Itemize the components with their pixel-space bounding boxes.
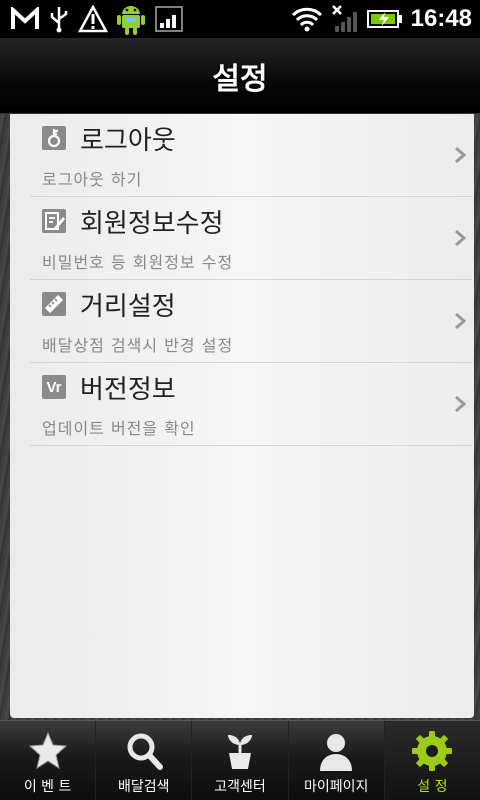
notification-icons — [10, 4, 184, 35]
settings-item-label: 로그아웃 — [80, 126, 176, 156]
system-icons: 16:48 — [291, 3, 472, 35]
wifi-icon — [291, 7, 322, 32]
clock: 16:48 — [410, 5, 472, 32]
tab-event[interactable]: 이 벤 트 — [0, 721, 97, 800]
tab-delivery-search[interactable]: 배달검색 — [96, 721, 193, 800]
settings-item-description: 업데이트 버전을 확인 — [42, 419, 196, 438]
chevron-right-icon — [455, 146, 467, 164]
version-icon: Vr — [42, 375, 66, 399]
star-icon — [28, 731, 67, 770]
android-icon — [117, 6, 145, 35]
ruler-icon — [42, 292, 66, 316]
usb-icon — [50, 7, 68, 33]
tab-label: 설 정 — [417, 779, 448, 795]
no-signal-icon — [331, 5, 357, 32]
tab-label: 마이페이지 — [304, 779, 369, 795]
settings-panel: 로그아웃 로그아웃 하기 회원정보수정 비밀번호 등 회원정보 수정 거리설정 … — [10, 114, 474, 718]
page-title: 설정 — [212, 62, 268, 97]
gear-icon — [412, 731, 453, 771]
status-bar: 16:48 — [0, 0, 480, 38]
tab-mypage[interactable]: 마이페이지 — [289, 721, 385, 800]
tab-settings[interactable]: 설 정 — [384, 721, 480, 800]
person-icon — [320, 734, 353, 771]
settings-item-description: 로그아웃 하기 — [42, 170, 143, 189]
chevron-right-icon — [455, 312, 467, 330]
settings-item-label: 버전정보 — [80, 375, 176, 405]
settings-item-label: 거리설정 — [80, 292, 176, 322]
settings-item-logout[interactable]: 로그아웃 로그아웃 하기 — [30, 114, 472, 197]
tab-label: 이 벤 트 — [23, 779, 72, 795]
plant-icon — [228, 735, 252, 769]
edit-profile-icon — [42, 209, 66, 233]
battery-charging-icon — [366, 10, 402, 28]
settings-item-version[interactable]: Vr 버전정보 업데이트 버전을 확인 — [30, 363, 472, 446]
settings-item-edit-profile[interactable]: 회원정보수정 비밀번호 등 회원정보 수정 — [30, 197, 472, 280]
tab-label: 고객센터 — [214, 779, 266, 795]
tab-label: 배달검색 — [118, 779, 170, 795]
gmail-icon — [11, 7, 39, 29]
chevron-right-icon — [455, 395, 467, 413]
search-icon — [127, 733, 163, 770]
settings-item-distance[interactable]: 거리설정 배달상점 검색시 반경 설정 — [30, 280, 472, 363]
tab-customer-center[interactable]: 고객센터 — [192, 721, 289, 800]
title-bar: 설정 — [0, 38, 480, 114]
content-area: 로그아웃 로그아웃 하기 회원정보수정 비밀번호 등 회원정보 수정 거리설정 … — [0, 114, 480, 720]
signal-app-icon — [155, 6, 183, 32]
settings-item-label: 회원정보수정 — [80, 209, 224, 239]
settings-item-description: 비밀번호 등 회원정보 수정 — [42, 253, 234, 272]
settings-item-description: 배달상점 검색시 반경 설정 — [42, 336, 234, 355]
chevron-right-icon — [455, 229, 467, 247]
bottom-tab-bar: 이 벤 트 배달검색 고객센터 마이페이지 설 정 — [0, 720, 480, 800]
key-icon — [42, 126, 66, 150]
warning-icon — [78, 5, 108, 33]
